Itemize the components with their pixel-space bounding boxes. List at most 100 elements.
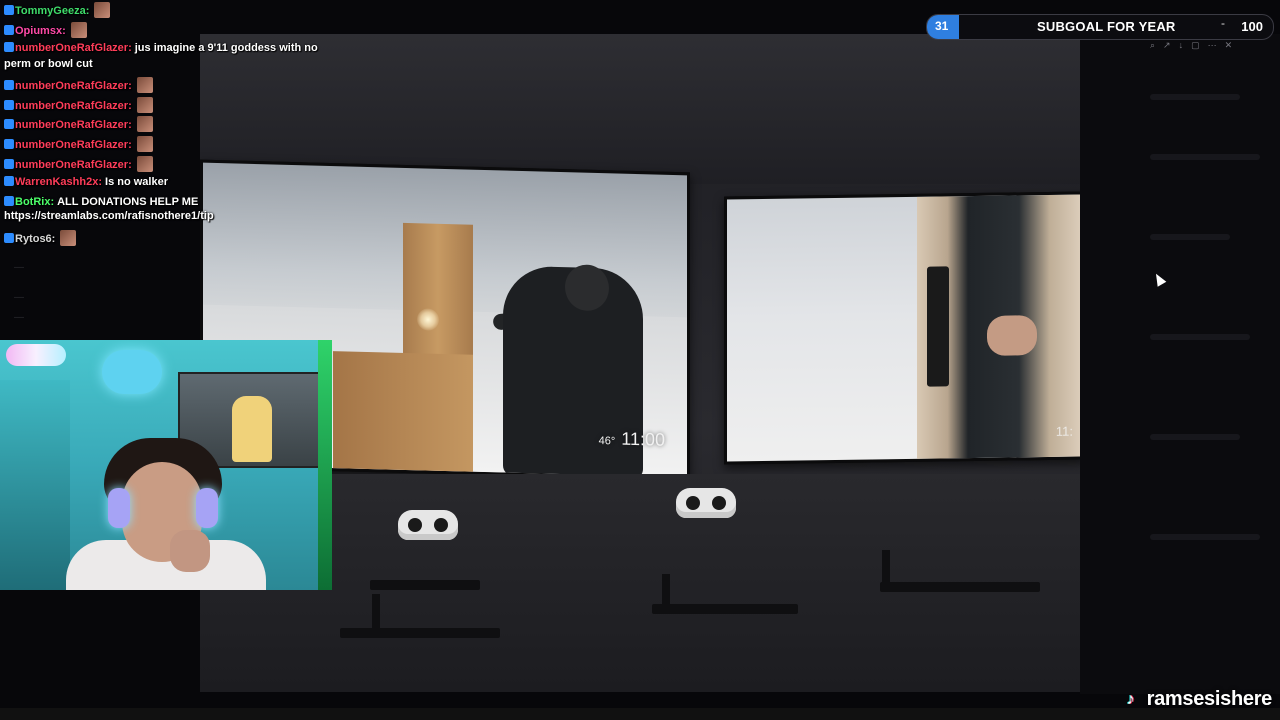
right-tv: 11: (724, 191, 1080, 465)
badge-icon (4, 25, 14, 35)
chat-text: perm or bowl cut (4, 58, 93, 70)
chat-message: BotRix: ALL DONATIONS HELP ME (4, 196, 198, 208)
emote-icon (136, 116, 153, 132)
chat-username[interactable]: BotRix: (15, 196, 54, 208)
subgoal-label: SUBGOAL FOR YEAR (1037, 19, 1176, 34)
shelf-bracket (662, 574, 670, 614)
headphone-icon (196, 488, 218, 528)
badge-icon (4, 5, 14, 15)
chat-username[interactable]: numberOneRafGlazer: (15, 159, 132, 171)
left-tv-temperature: 46° (598, 435, 616, 448)
chat-message: https://streamlabs.com/rafisnothere1/tip (4, 210, 214, 222)
download-icon[interactable]: ↓ (1179, 40, 1184, 50)
wooden-barrier (333, 351, 473, 475)
chat-text: jus imagine a 9'11 goddess with no (134, 42, 318, 54)
chat-username[interactable]: Opiumsx: (15, 25, 66, 37)
faded-row (1150, 434, 1240, 440)
faded-row (1150, 94, 1240, 100)
webcam-shelf (0, 380, 70, 590)
left-tv-clock: 46° 11:00 (599, 428, 665, 451)
chat-username[interactable]: numberOneRafGlazer: (15, 119, 132, 131)
emote-icon (94, 2, 111, 18)
chat-message: numberOneRafGlazer: (4, 77, 153, 93)
room-ceiling (200, 34, 1080, 184)
tiktok-watermark: ♪ ♪ ♪ ramsesishere (1125, 688, 1273, 711)
vr-headset-left (398, 510, 458, 540)
badge-icon (4, 119, 14, 129)
subgoal-progress-bar: 31 SUBGOAL FOR YEAR - 100 (926, 14, 1274, 40)
heart-icon (102, 350, 162, 394)
vr-lens (712, 496, 726, 510)
chat-message: numberOneRafGlazer: (4, 116, 153, 132)
emote-icon (136, 156, 153, 172)
chat-text: Is no walker (105, 176, 168, 188)
chat-message: WarrenKashh2x: Is no walker (4, 176, 168, 188)
shooter-head (565, 264, 609, 312)
faded-chat-line: — (14, 292, 24, 303)
chat-message: numberOneRafGlazer: jus imagine a 9'11 go… (4, 42, 318, 54)
badge-icon (4, 100, 14, 110)
webcam-feed (0, 340, 332, 590)
faded-row (1150, 534, 1260, 540)
neon-heart-logo (98, 350, 168, 406)
popout-icon[interactable]: ▢ (1191, 40, 1200, 51)
headphone-icon (108, 488, 130, 528)
faded-row (1150, 154, 1260, 160)
right-tv-time: 11: (1055, 423, 1073, 439)
chat-message: numberOneRafGlazer: (4, 97, 153, 113)
background-app-panel (1080, 34, 1280, 694)
tiktok-icon: ♪ ♪ ♪ (1125, 690, 1136, 708)
muzzle-flash (417, 308, 439, 331)
chat-message: numberOneRafGlazer: (4, 136, 153, 152)
window-toolbar: ⌕ ↗ ↓ ▢ ⋯ ✕ (1150, 38, 1270, 52)
chat-username[interactable]: numberOneRafGlazer: (15, 139, 132, 151)
emote-icon (136, 77, 153, 93)
badge-icon (4, 176, 14, 186)
chat-username[interactable]: numberOneRafGlazer: (15, 80, 132, 92)
vr-lens (408, 518, 422, 532)
subgoal-target: 100 (1241, 19, 1263, 34)
chat-text: https://streamlabs.com/rafisnothere1/tip (4, 210, 214, 222)
close-icon[interactable]: ✕ (1225, 40, 1233, 51)
emote-icon (136, 97, 153, 113)
chat-username[interactable]: WarrenKashh2x: (15, 176, 102, 188)
chat-message: Rytos6: (4, 230, 77, 246)
hand (987, 315, 1037, 356)
shelf-bracket (882, 550, 890, 590)
streamer-hand (170, 530, 210, 572)
faded-chat-line: — (14, 312, 24, 323)
emote-icon (136, 136, 153, 152)
chat-username[interactable]: Rytos6: (15, 233, 55, 245)
vr-lens (434, 518, 448, 532)
subgoal-separator: - (1221, 16, 1225, 30)
shelf-left (340, 628, 500, 638)
badge-icon (4, 80, 14, 90)
shelf-middle (652, 604, 798, 614)
faded-chat-line: — (14, 262, 24, 273)
emote-icon (60, 230, 77, 246)
led-lights (6, 344, 66, 366)
chat-message: Opiumsx: (4, 22, 87, 38)
chat-message: TommyGeeza: (4, 2, 111, 18)
chat-text: ALL DONATIONS HELP ME (57, 196, 199, 208)
chat-username[interactable]: TommyGeeza: (15, 5, 89, 17)
rifle (927, 266, 949, 387)
share-icon[interactable]: ↗ (1163, 40, 1171, 51)
chat-message: perm or bowl cut (4, 58, 93, 70)
stream-video[interactable]: 46° 11:00 11: (200, 34, 1080, 692)
badge-icon (4, 233, 14, 243)
green-light-strip (318, 340, 332, 590)
faded-row (1150, 334, 1250, 340)
watermark-handle: ramsesishere (1146, 688, 1273, 710)
chat-message: numberOneRafGlazer: (4, 156, 153, 172)
subgoal-current: 31 (935, 19, 949, 33)
chat-username[interactable]: numberOneRafGlazer: (15, 100, 132, 112)
badge-icon (4, 42, 14, 52)
faded-row (1150, 234, 1230, 240)
more-icon[interactable]: ⋯ (1208, 40, 1217, 51)
left-tv-time: 11:00 (621, 428, 665, 450)
zoom-icon[interactable]: ⌕ (1150, 40, 1155, 51)
shelf-bracket (372, 594, 380, 634)
chat-username[interactable]: numberOneRafGlazer: (15, 42, 132, 54)
badge-icon (4, 139, 14, 149)
